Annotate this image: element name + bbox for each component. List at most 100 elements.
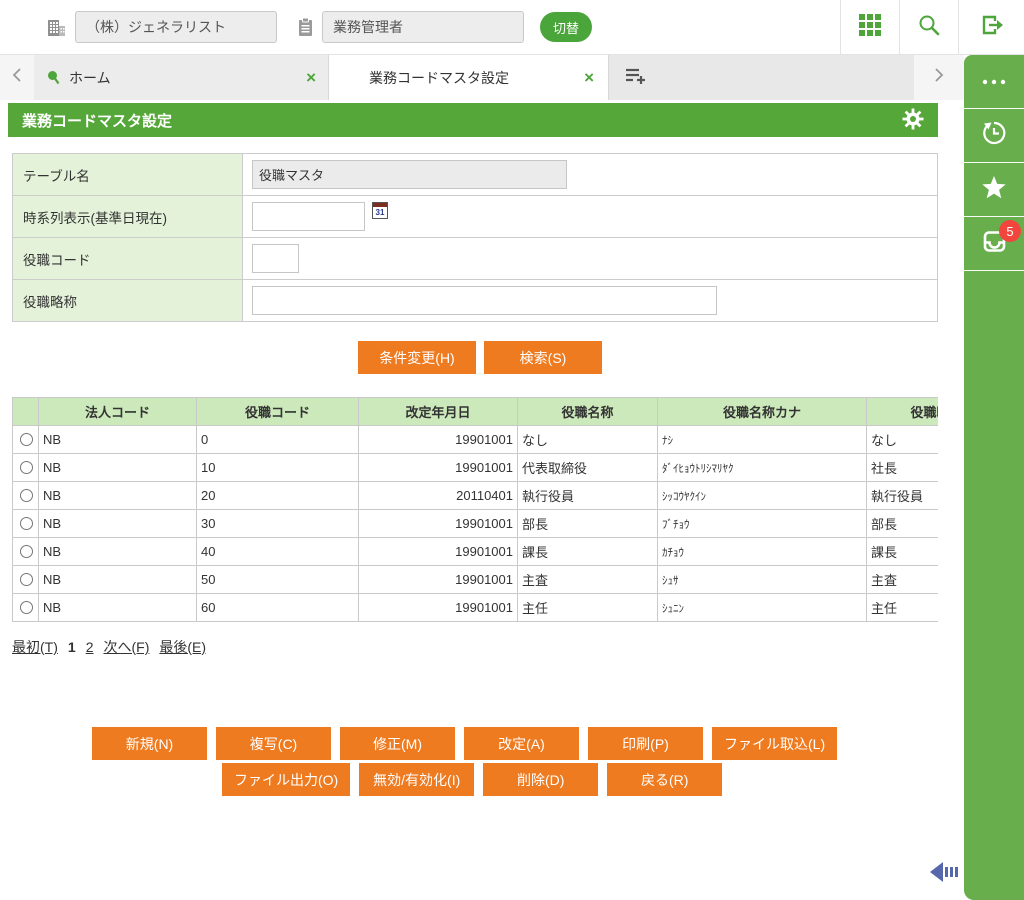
form-value-cell <box>242 153 938 196</box>
form-value-cell <box>242 237 938 280</box>
form-label: テーブル名 <box>12 153 243 196</box>
tab-active[interactable]: 業務コードマスタ設定 × <box>329 55 609 100</box>
tab-bar-filler <box>661 55 914 100</box>
global-search-button[interactable] <box>899 0 958 54</box>
row-select-cell <box>12 481 39 510</box>
cell-position-kana: ｼｭｻ <box>657 565 867 594</box>
first-page-link[interactable]: 最初(T) <box>12 637 58 657</box>
search-form: テーブル名 時系列表示(基準日現在) 31 役職コード 役職略称 <box>12 153 938 322</box>
form-row: テーブル名 <box>12 153 938 196</box>
action-button[interactable]: 複写(C) <box>216 727 331 760</box>
table-row: NB 30 19901001 部長 ﾌﾞﾁｮｳ 部長 <box>12 509 938 538</box>
tab-home[interactable]: ホーム × <box>34 55 329 100</box>
cell-position-abbr: 課長 <box>866 537 938 566</box>
row-select-cell <box>12 453 39 482</box>
close-icon[interactable]: × <box>306 69 316 86</box>
table-row: NB 10 19901001 代表取締役 ﾀﾞｲﾋｮｳﾄﾘｼﾏﾘﾔｸ 社長 <box>12 453 938 482</box>
cell-position-code: 30 <box>196 509 359 538</box>
action-button[interactable]: 新規(N) <box>92 727 207 760</box>
action-button[interactable]: 印刷(P) <box>588 727 703 760</box>
column-header-4: 役職名称カナ <box>657 397 867 426</box>
ellipsis-icon <box>981 73 1007 91</box>
cell-corp-code: NB <box>38 481 197 510</box>
action-button[interactable]: 無効/有効化(I) <box>359 763 475 796</box>
column-header-2: 改定年月日 <box>358 397 518 426</box>
row-select-cell <box>12 509 39 538</box>
row-select-cell <box>12 565 39 594</box>
action-button[interactable]: 削除(D) <box>483 763 599 796</box>
select-column-header <box>12 397 39 426</box>
row-select-radio[interactable] <box>20 545 33 558</box>
pin-icon <box>46 70 60 85</box>
cell-corp-code: NB <box>38 425 197 454</box>
chevron-left-icon <box>11 66 23 89</box>
position-code-input[interactable] <box>252 244 299 273</box>
collapse-panel-button[interactable] <box>928 860 962 887</box>
company-input[interactable] <box>75 11 277 43</box>
cell-revision-date: 19901001 <box>358 425 518 454</box>
history-button[interactable] <box>964 109 1024 163</box>
row-select-radio[interactable] <box>20 489 33 502</box>
position-abbr-input[interactable] <box>252 286 717 315</box>
switch-button[interactable]: 切替 <box>540 12 592 42</box>
logout-button[interactable] <box>958 0 1024 54</box>
cell-position-code: 10 <box>196 453 359 482</box>
tab-scroll-left-button[interactable] <box>0 55 34 100</box>
table-name-input <box>252 160 567 189</box>
action-button[interactable]: ファイル出力(O) <box>222 763 351 796</box>
row-select-radio[interactable] <box>20 461 33 474</box>
tab-bar: ホーム × 業務コードマスタ設定 × <box>0 55 964 100</box>
page-2-link[interactable]: 2 <box>86 639 94 655</box>
chevron-right-icon <box>933 66 945 89</box>
last-page-link[interactable]: 最後(E) <box>159 637 206 657</box>
cell-position-kana: ﾌﾞﾁｮｳ <box>657 509 867 538</box>
more-menu-button[interactable] <box>964 55 1024 109</box>
row-select-radio[interactable] <box>20 573 33 586</box>
role-input[interactable] <box>322 11 524 43</box>
action-button[interactable]: 戻る(R) <box>607 763 723 796</box>
table-row: NB 50 19901001 主査 ｼｭｻ 主査 <box>12 565 938 594</box>
notifications-button[interactable]: 5 <box>964 217 1024 271</box>
next-page-link[interactable]: 次へ(F) <box>103 637 149 657</box>
row-select-radio[interactable] <box>20 433 33 446</box>
results-table: 法人コード役職コード改定年月日役職名称役職名称カナ役職略称 NB01990100… <box>12 397 938 622</box>
action-button[interactable]: 改定(A) <box>464 727 579 760</box>
logout-icon <box>979 13 1005 42</box>
cell-corp-code: NB <box>38 509 197 538</box>
calendar-icon[interactable]: 31 <box>372 202 388 219</box>
apps-grid-button[interactable] <box>840 0 899 54</box>
current-page: 1 <box>67 639 76 655</box>
base-date-input[interactable] <box>252 202 365 231</box>
actions-row2: ファイル出力(O) 無効/有効化(I) 削除(D) 戻る(R) <box>222 763 964 796</box>
cell-position-name: 課長 <box>517 537 658 566</box>
favorites-button[interactable] <box>964 163 1024 217</box>
add-tab-button[interactable] <box>609 55 661 100</box>
star-icon <box>980 174 1008 206</box>
cell-corp-code: NB <box>38 453 197 482</box>
column-header-3: 役職名称 <box>517 397 658 426</box>
cell-position-name: 執行役員 <box>517 481 658 510</box>
row-select-radio[interactable] <box>20 601 33 614</box>
row-select-cell <box>12 425 39 454</box>
tab-scroll-right-button[interactable] <box>914 55 964 100</box>
close-icon[interactable]: × <box>584 69 594 86</box>
collapse-arrow-icon <box>928 862 962 887</box>
cell-position-kana: ｼｯｺｳﾔｸｲﾝ <box>657 481 867 510</box>
action-button[interactable]: 修正(M) <box>340 727 455 760</box>
column-header-0: 法人コード <box>38 397 197 426</box>
action-button[interactable]: ファイル取込(L) <box>712 727 838 760</box>
notification-badge: 5 <box>999 220 1021 242</box>
column-header-5: 役職略称 <box>866 397 938 426</box>
cell-position-abbr: 部長 <box>866 509 938 538</box>
form-row: 時系列表示(基準日現在) 31 <box>12 195 938 238</box>
row-select-radio[interactable] <box>20 517 33 530</box>
settings-gear-button[interactable] <box>902 108 924 133</box>
add-tab-icon <box>624 66 647 90</box>
condition-change-button[interactable]: 条件変更(H) <box>358 341 476 374</box>
screen: 切替 <box>0 0 1024 900</box>
search-submit-button[interactable]: 検索(S) <box>484 341 602 374</box>
cell-position-abbr: 社長 <box>866 453 938 482</box>
cell-position-abbr: 主任 <box>866 593 938 622</box>
column-header-1: 役職コード <box>196 397 359 426</box>
header-context-group: 切替 <box>0 11 592 43</box>
